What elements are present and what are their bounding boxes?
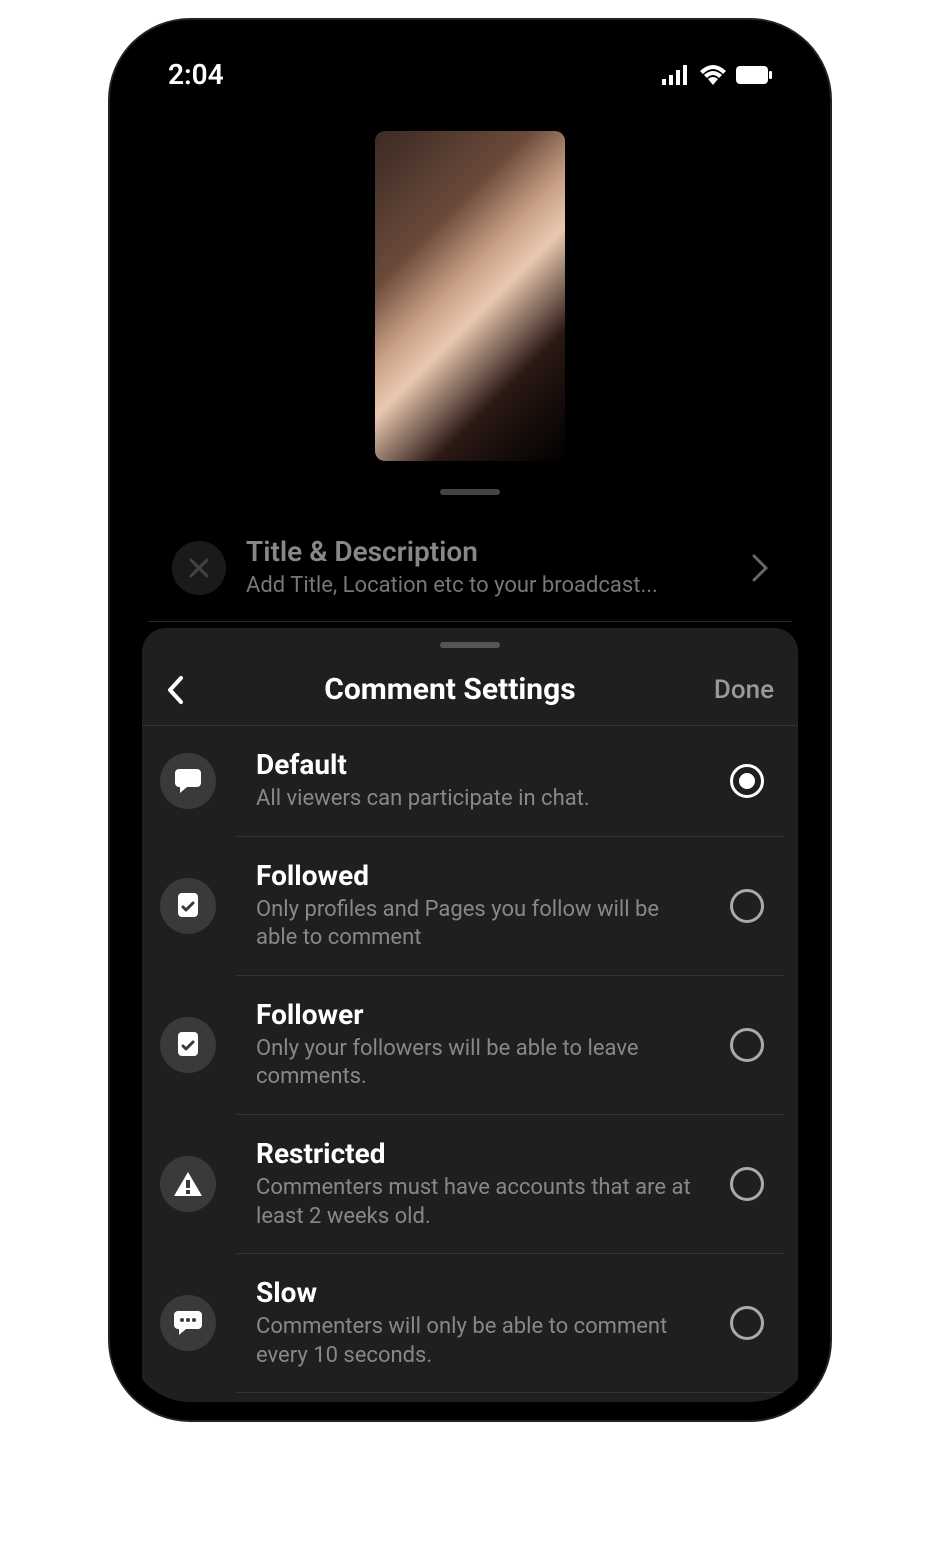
option-text: Followed Only profiles and Pages you foll…	[256, 859, 710, 953]
option-subtitle: Commenters will only be able to comment …	[256, 1313, 700, 1370]
notch	[330, 38, 610, 74]
chat-bubble-icon	[160, 753, 216, 809]
radio-button[interactable]	[730, 889, 764, 923]
close-icon[interactable]	[172, 541, 226, 595]
title-description-label: Title & Description	[246, 535, 732, 568]
sheet-title: Comment Settings	[186, 672, 714, 707]
chevron-right-icon	[752, 554, 768, 582]
option-text: Restricted Commenters must have accounts …	[256, 1137, 710, 1231]
wifi-icon	[700, 65, 726, 85]
title-description-row[interactable]: Title & Description Add Title, Location …	[148, 515, 792, 622]
option-subtitle: Commenters must have accounts that are a…	[256, 1174, 700, 1231]
option-subtitle: All viewers can participate in chat.	[256, 785, 700, 814]
option-restricted[interactable]: Restricted Commenters must have accounts …	[236, 1115, 784, 1254]
options-list[interactable]: Default All viewers can participate in ch…	[142, 726, 798, 1402]
badge-check-icon	[160, 878, 216, 934]
camera-preview-area	[128, 131, 812, 495]
option-text: Slow Commenters will only be able to comm…	[256, 1276, 710, 1370]
radio-button[interactable]	[730, 1306, 764, 1340]
sheet-drag-handle[interactable]	[440, 642, 500, 648]
option-title: Slow	[256, 1276, 700, 1309]
radio-button[interactable]	[730, 1167, 764, 1201]
screen: 2:04 Title & De	[128, 38, 812, 1402]
warning-icon	[160, 1156, 216, 1212]
comment-settings-sheet: Comment Settings Done Default All viewers…	[142, 628, 798, 1402]
radio-button[interactable]	[730, 1028, 764, 1062]
status-time: 2:04	[168, 58, 224, 91]
option-subtitle: Only profiles and Pages you follow will …	[256, 896, 700, 953]
option-protected[interactable]: ProtectedCommenters must have followed y…	[236, 1393, 784, 1402]
title-description-subtitle: Add Title, Location etc to your broadcas…	[246, 572, 732, 601]
cellular-icon	[662, 65, 690, 85]
option-slow[interactable]: Slow Commenters will only be able to comm…	[236, 1254, 784, 1393]
option-text: Default All viewers can participate in ch…	[256, 748, 710, 814]
radio-button[interactable]	[730, 764, 764, 798]
sheet-header: Comment Settings Done	[142, 654, 798, 726]
battery-icon	[736, 66, 772, 84]
option-followed[interactable]: Followed Only profiles and Pages you foll…	[236, 837, 784, 976]
preview-handle[interactable]	[440, 489, 500, 495]
camera-preview[interactable]	[375, 131, 565, 461]
option-title: Default	[256, 748, 700, 781]
option-subtitle: Only your followers will be able to leav…	[256, 1035, 700, 1092]
done-button[interactable]: Done	[714, 675, 774, 705]
option-text: Follower Only your followers will be able…	[256, 998, 710, 1092]
phone-frame: 2:04 Title & De	[110, 20, 830, 1420]
badge-check-icon	[160, 1017, 216, 1073]
option-default[interactable]: Default All viewers can participate in ch…	[236, 726, 784, 837]
option-title: Followed	[256, 859, 700, 892]
option-title: Restricted	[256, 1137, 700, 1170]
option-follower[interactable]: Follower Only your followers will be able…	[236, 976, 784, 1115]
option-title: Follower	[256, 998, 700, 1031]
chat-dots-icon	[160, 1295, 216, 1351]
